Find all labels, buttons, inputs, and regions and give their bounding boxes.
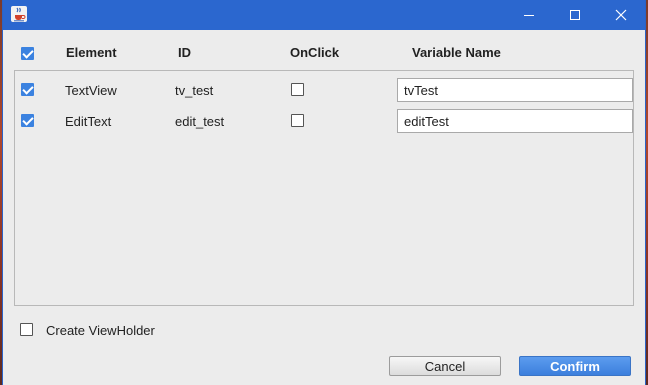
minimize-icon xyxy=(524,15,534,16)
row-select-checkbox[interactable] xyxy=(21,114,34,127)
table-row: EditText edit_test xyxy=(15,106,633,137)
header-id: ID xyxy=(178,45,191,60)
header-onclick: OnClick xyxy=(290,45,340,60)
dialog-window: Element ID OnClick Variable Name TextVie… xyxy=(3,0,645,385)
element-id: edit_test xyxy=(175,114,225,129)
variable-name-input[interactable] xyxy=(397,109,633,133)
header-element: Element xyxy=(66,45,117,60)
maximize-icon xyxy=(570,10,580,20)
maximize-button[interactable] xyxy=(552,0,598,30)
select-all-checkbox[interactable] xyxy=(21,47,34,60)
table-row: TextView tv_test xyxy=(15,75,633,106)
create-viewholder-checkbox[interactable] xyxy=(20,323,33,336)
confirm-button[interactable]: Confirm xyxy=(519,356,631,376)
close-button[interactable] xyxy=(598,0,644,30)
element-type: TextView xyxy=(65,83,117,98)
variable-name-input[interactable] xyxy=(397,78,633,102)
elements-table: TextView tv_test EditText edit_test xyxy=(14,70,634,306)
onclick-checkbox[interactable] xyxy=(291,114,304,127)
close-icon xyxy=(615,9,627,21)
cancel-button[interactable]: Cancel xyxy=(389,356,501,376)
table-header: Element ID OnClick Variable Name xyxy=(3,30,645,70)
create-viewholder-label: Create ViewHolder xyxy=(46,323,155,338)
java-cup-icon xyxy=(11,6,27,22)
element-id: tv_test xyxy=(175,83,214,98)
onclick-checkbox[interactable] xyxy=(291,83,304,96)
row-select-checkbox[interactable] xyxy=(21,83,34,96)
header-variable-name: Variable Name xyxy=(412,45,501,60)
minimize-button[interactable] xyxy=(506,0,552,30)
title-bar[interactable] xyxy=(3,0,645,30)
element-type: EditText xyxy=(65,114,112,129)
